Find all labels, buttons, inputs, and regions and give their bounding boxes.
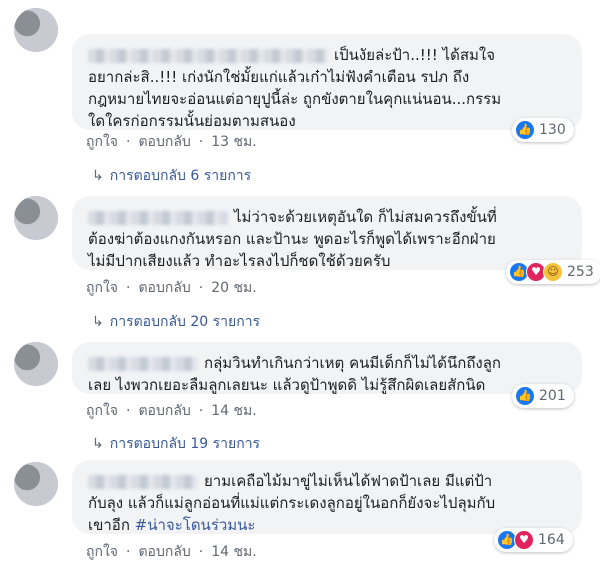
- comment-actions: ถูกใจ · ตอบกลับ · 14 ชม.: [86, 544, 257, 560]
- avatar[interactable]: [14, 342, 58, 386]
- comment-bubble: ไม่ว่าจะด้วยเหตุอันใด ก็ไม่สมควรถึงขั้นท…: [72, 196, 582, 270]
- view-replies-link[interactable]: ↳ การตอบกลับ 6 รายการ: [92, 165, 251, 187]
- reply-button[interactable]: ตอบกลับ: [138, 403, 190, 419]
- like-link[interactable]: ถูกใจ: [86, 544, 118, 560]
- comment-line: เขาอีก: [88, 516, 135, 534]
- thumbs-up-icon: 👍: [515, 120, 535, 140]
- comment-line: อยากล่ะสิ..!!! เก่งนักใช่มั้ยแก่แล้วเก๋า…: [88, 68, 470, 86]
- timestamp[interactable]: 20 ชม.: [211, 280, 256, 296]
- reaction-count: 130: [539, 122, 566, 138]
- timestamp[interactable]: 14 ชม.: [211, 403, 256, 419]
- author-name[interactable]: [88, 48, 328, 63]
- hashtag-link[interactable]: #น่าจะโดนร่วมนะ: [135, 516, 256, 534]
- like-link[interactable]: ถูกใจ: [86, 403, 118, 419]
- view-replies-link[interactable]: ↳ การตอบกลับ 20 รายการ: [92, 311, 260, 333]
- reaction-count: 201: [539, 388, 566, 404]
- comment-line: ต้องฆ่าต้องแกงกันหรอก และป้านะ พูดอะไรก็…: [88, 230, 496, 248]
- haha-icon: ☺: [543, 262, 563, 282]
- reply-button[interactable]: ตอบกลับ: [138, 280, 190, 296]
- reply-button[interactable]: ตอบกลับ: [138, 134, 190, 150]
- reaction-summary[interactable]: 👍 ♥ ☺ 253: [506, 260, 600, 284]
- comment-line: เป็นงัยล่ะป้า..!!! ได้สมใจ: [334, 46, 495, 64]
- reply-button[interactable]: ตอบกลับ: [138, 544, 190, 560]
- comment-bubble: กลุ่มวินทำเกินกว่าเหตุ คนมีเด็กก็ไม่ได้น…: [72, 342, 582, 394]
- comment-line: ไม่ว่าจะด้วยเหตุอันใด ก็ไม่สมควรถึงขั้นท…: [234, 208, 497, 226]
- author-name[interactable]: [88, 356, 198, 371]
- love-icon: ♥: [514, 530, 534, 550]
- reaction-summary[interactable]: 👍 201: [512, 384, 574, 408]
- avatar[interactable]: [14, 196, 58, 240]
- avatar[interactable]: [14, 8, 58, 52]
- reaction-count: 253: [567, 264, 594, 280]
- comment-line: ใดใครก่อกรรมนั้นย่อมตามสนอง: [88, 112, 296, 130]
- reply-arrow-icon: ↳: [92, 436, 104, 452]
- comment-line: ไม่มีปากเสียงแล้ว ทำอะไรลงไปก็ชดใช้ด้วยค…: [88, 252, 391, 270]
- avatar[interactable]: [14, 462, 58, 506]
- comment-line: กลุ่มวินทำเกินกว่าเหตุ คนมีเด็กก็ไม่ได้น…: [204, 354, 502, 372]
- comment-line: กฎหมายไทยจะอ่อนแต่อายุปูนี้ล่ะ ถูกขังตาย…: [88, 90, 502, 108]
- author-name[interactable]: [88, 474, 198, 489]
- timestamp[interactable]: 14 ชม.: [211, 544, 256, 560]
- author-name[interactable]: [88, 210, 228, 225]
- comment-bubble: เป็นงัยล่ะป้า..!!! ได้สมใจ อยากล่ะสิ..!!…: [72, 34, 582, 130]
- comment-actions: ถูกใจ · ตอบกลับ · 20 ชม.: [86, 280, 257, 296]
- view-replies-link[interactable]: ↳ การตอบกลับ 19 รายการ: [92, 433, 260, 455]
- like-link[interactable]: ถูกใจ: [86, 134, 118, 150]
- like-link[interactable]: ถูกใจ: [86, 280, 118, 296]
- thumbs-up-icon: 👍: [515, 386, 535, 406]
- timestamp[interactable]: 13 ชม.: [211, 134, 256, 150]
- comment-bubble: ยามเคถือไม้มาขู่ไม่เห็นได้ฟาดป้าเลย มีแต…: [72, 460, 582, 534]
- reply-arrow-icon: ↳: [92, 168, 104, 184]
- reply-arrow-icon: ↳: [92, 314, 104, 330]
- comment-line: ยามเคถือไม้มาขู่ไม่เห็นได้ฟาดป้าเลย มีแต…: [204, 472, 493, 490]
- comment-actions: ถูกใจ · ตอบกลับ · 14 ชม.: [86, 403, 257, 419]
- reaction-count: 164: [538, 532, 565, 548]
- reaction-summary[interactable]: 👍 ♥ 164: [494, 528, 573, 552]
- comment-actions: ถูกใจ · ตอบกลับ · 13 ชม.: [86, 134, 257, 150]
- reaction-summary[interactable]: 👍 130: [512, 118, 574, 142]
- comment-line: เลย ไงพวกเยอะลืมลูกเลยนะ แล้วดูป้าพูดดิ …: [88, 376, 486, 394]
- comment-line: กับลุง แล้วก็แม่ลูกอ่อนที่แม่แต่กระเดงลู…: [88, 494, 496, 512]
